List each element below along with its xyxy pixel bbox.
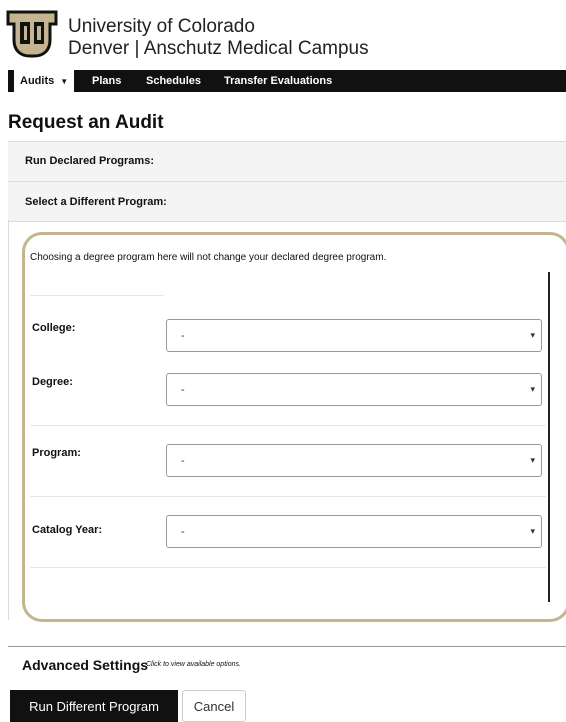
degree-label: Degree: — [32, 376, 73, 388]
degree-select[interactable]: - ▾ — [166, 373, 542, 406]
advanced-settings-toggle[interactable]: Advanced Settings — [22, 657, 148, 673]
row-separator — [30, 425, 546, 426]
form-notice: Choosing a degree program here will not … — [30, 252, 387, 263]
chevron-down-icon: ▾ — [530, 455, 535, 465]
cu-logo-icon[interactable] — [6, 10, 58, 58]
program-label: Program: — [32, 447, 81, 459]
select-different-panel[interactable]: Select a Different Program: — [8, 181, 566, 222]
program-select[interactable]: - ▾ — [166, 444, 542, 477]
chevron-down-icon: ▾ — [530, 526, 535, 536]
caret-down-icon: ▼ — [60, 77, 69, 86]
row-separator — [30, 567, 546, 568]
nav-transfer-evaluations[interactable]: Transfer Evaluations — [224, 70, 332, 92]
catalog-year-label: Catalog Year: — [32, 524, 103, 536]
run-declared-label: Run Declared Programs: — [25, 155, 154, 167]
program-form-border — [22, 232, 566, 622]
nav-plans[interactable]: Plans — [92, 70, 121, 92]
form-divider — [548, 272, 550, 602]
cancel-button[interactable]: Cancel — [182, 690, 246, 722]
advanced-settings-hint: Click to view available options. — [146, 661, 241, 668]
campus-name: Denver | Anschutz Medical Campus — [68, 38, 369, 59]
college-select-value: - — [181, 330, 185, 342]
run-different-program-button[interactable]: Run Different Program — [10, 690, 178, 722]
college-label: College: — [32, 322, 76, 334]
page-title: Request an Audit — [8, 112, 164, 133]
program-select-value: - — [181, 455, 185, 467]
college-select[interactable]: - ▾ — [166, 319, 542, 352]
run-declared-panel[interactable]: Run Declared Programs: — [8, 141, 566, 182]
row-separator — [30, 295, 164, 296]
site-header: University of Colorado Denver | Anschutz… — [0, 0, 566, 70]
chevron-down-icon: ▾ — [530, 330, 535, 340]
degree-select-value: - — [181, 384, 185, 396]
nav-audits[interactable]: Audits ▼ — [14, 70, 75, 92]
row-separator — [30, 496, 546, 497]
advanced-divider — [8, 646, 566, 647]
nav-audits-label: Audits — [20, 75, 55, 87]
catalog-year-select-value: - — [181, 526, 185, 538]
main-nav: Audits ▼ Plans Schedules Transfer Evalua… — [8, 70, 566, 92]
chevron-down-icon: ▾ — [530, 384, 535, 394]
nav-schedules[interactable]: Schedules — [146, 70, 201, 92]
select-different-label: Select a Different Program: — [25, 196, 167, 208]
catalog-year-select[interactable]: - ▾ — [166, 515, 542, 548]
university-name: University of Colorado — [68, 16, 255, 37]
